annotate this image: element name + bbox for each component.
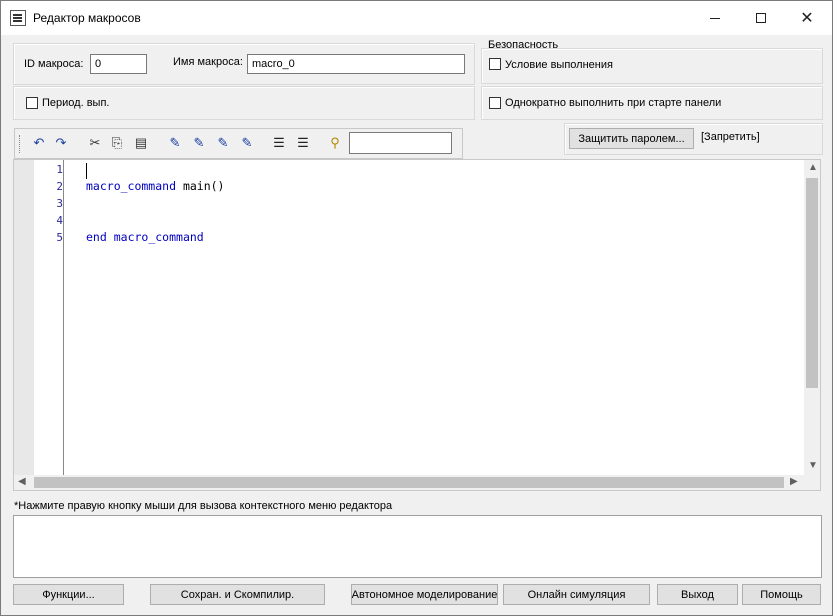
condition-checkbox[interactable]	[489, 58, 501, 70]
periodic-group: Период. вып.	[13, 86, 475, 120]
bookmark-clear-icon[interactable]: ✎	[239, 136, 255, 150]
indent-icon[interactable]: ☰	[271, 136, 287, 150]
code-line-2[interactable]: macro_command main()	[86, 179, 224, 193]
minimize-button[interactable]	[692, 1, 738, 35]
cut-icon[interactable]: ✂	[87, 136, 103, 150]
close-icon: ✕	[800, 10, 814, 27]
redo-icon[interactable]: ↷	[53, 136, 69, 150]
periodic-label: Период. вып.	[42, 97, 110, 109]
functions-button[interactable]: Функции...	[13, 584, 124, 605]
line-number: 4	[56, 214, 63, 227]
macro-info-group: ID макроса: 0 Имя макроса: macro_0	[13, 43, 475, 85]
gutter-divider	[63, 160, 64, 475]
run-once-checkbox[interactable]	[489, 97, 501, 109]
vertical-scroll-thumb[interactable]	[806, 178, 818, 388]
text-caret	[86, 163, 87, 179]
bookmark-toggle-icon[interactable]: ✎	[167, 136, 183, 150]
condition-label: Условие выполнения	[505, 59, 613, 71]
code-keyword: macro_command	[113, 230, 204, 244]
code-text: main()	[176, 179, 225, 193]
outdent-icon[interactable]: ☰	[295, 136, 311, 150]
run-once-label: Однократно выполнить при старте панели	[505, 97, 722, 109]
vertical-scrollbar[interactable]: ▲ ▼	[804, 160, 820, 475]
code-editor[interactable]: 1 2 3 4 5 macro_command main() end macro…	[13, 159, 821, 491]
horizontal-scroll-thumb[interactable]	[34, 477, 784, 488]
line-number: 5	[56, 231, 63, 244]
line-number: 1	[56, 163, 63, 176]
bookmark-next-icon[interactable]: ✎	[191, 136, 207, 150]
macro-id-label: ID макроса:	[24, 58, 84, 70]
scroll-down-icon[interactable]: ▼	[808, 460, 818, 471]
maximize-button[interactable]	[738, 1, 784, 35]
macro-name-input[interactable]: macro_0	[247, 54, 465, 74]
find-input[interactable]	[349, 132, 452, 154]
copy-icon[interactable]: ⎘	[109, 136, 125, 150]
scroll-right-icon[interactable]: ▶	[790, 476, 798, 487]
undo-icon[interactable]: ↶	[31, 136, 47, 150]
toolbar-grip[interactable]	[19, 135, 22, 153]
macro-name-label: Имя макроса:	[173, 56, 243, 68]
line-number: 3	[56, 197, 63, 210]
code-keyword: end	[86, 230, 107, 244]
macro-editor-window: Редактор макросов ✕ ID макроса: 0 Имя ма…	[0, 0, 833, 616]
app-icon	[10, 10, 26, 26]
save-compile-button[interactable]: Сохран. и Скомпилир.	[150, 584, 325, 605]
scroll-left-icon[interactable]: ◀	[18, 476, 26, 487]
close-button[interactable]: ✕	[784, 1, 830, 35]
horizontal-scrollbar[interactable]: ◀ ▶	[14, 475, 804, 490]
context-menu-hint: *Нажмите правую кнопку мыши для вызова к…	[14, 500, 393, 512]
password-group: Защитить паролем... [Запретить]	[564, 123, 823, 155]
password-protect-button[interactable]: Защитить паролем...	[569, 128, 694, 149]
paste-icon[interactable]: ▤	[133, 136, 149, 150]
periodic-checkbox[interactable]	[26, 97, 38, 109]
exit-button[interactable]: Выход	[657, 584, 738, 605]
scrollbar-corner	[804, 475, 820, 490]
online-simulation-button[interactable]: Онлайн симуляция	[503, 584, 650, 605]
security-group: Условие выполнения	[481, 48, 823, 84]
code-line-5[interactable]: end macro_command	[86, 230, 204, 244]
title-bar[interactable]: Редактор макросов ✕	[1, 1, 832, 35]
editor-toolbar: ↶ ↷ ✂ ⎘ ▤ ✎ ✎ ✎ ✎ ☰ ☰ ⚲	[14, 128, 463, 159]
compile-output-panel[interactable]	[13, 515, 822, 578]
find-icon[interactable]: ⚲	[327, 136, 343, 150]
code-keyword: macro_command	[86, 179, 177, 193]
password-status: [Запретить]	[701, 131, 760, 143]
help-button[interactable]: Помощь	[742, 584, 821, 605]
editor-margin[interactable]	[14, 160, 34, 475]
line-number: 2	[56, 180, 63, 193]
offline-simulation-button[interactable]: Автономное моделирование	[351, 584, 498, 605]
maximize-icon	[756, 13, 766, 23]
bookmark-prev-icon[interactable]: ✎	[215, 136, 231, 150]
window-title: Редактор макросов	[33, 11, 141, 25]
run-once-group: Однократно выполнить при старте панели	[481, 86, 823, 120]
scroll-up-icon[interactable]: ▲	[808, 162, 818, 173]
minimize-icon	[710, 17, 720, 19]
macro-id-input[interactable]: 0	[90, 54, 147, 74]
